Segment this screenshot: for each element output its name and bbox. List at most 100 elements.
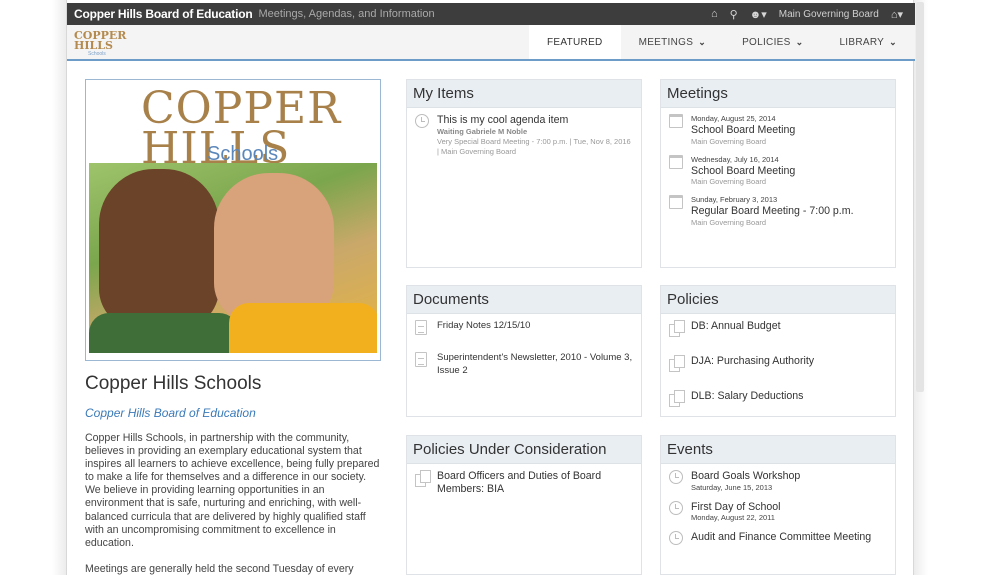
documents-panel: Documents Friday Notes 12/15/10 Superint… [406, 285, 642, 417]
policy-icon [415, 470, 437, 495]
calendar-icon [669, 114, 691, 147]
meetings-list: Monday, August 25, 2014 School Board Mee… [661, 108, 895, 242]
event-title[interactable]: First Day of School [691, 501, 781, 514]
chevron-down-icon: ⌄ [889, 36, 897, 47]
document-icon [415, 320, 437, 338]
my-items-panel: My Items This is my cool agenda item Wai… [406, 79, 642, 268]
event-date: Saturday, June 15, 2013 [691, 482, 773, 492]
my-item-meta: Very Special Board Meeting - 7:00 p.m. |… [437, 136, 631, 156]
list-item[interactable]: DLB: Salary Deductions [669, 390, 887, 409]
policy-consideration-title[interactable]: Board Officers and Duties of Board Membe… [437, 470, 633, 495]
list-item[interactable]: Board Officers and Duties of Board Membe… [415, 470, 633, 495]
tab-library[interactable]: LIBRARY ⌄ [821, 25, 915, 59]
policies-consideration-title: Policies Under Consideration [407, 436, 641, 464]
chevron-down-icon: ⌄ [795, 36, 804, 47]
policy-icon [669, 320, 691, 339]
hero-photo [89, 163, 377, 353]
photo-shirt-green [89, 313, 239, 353]
list-item[interactable]: First Day of School Monday, August 22, 2… [669, 500, 887, 524]
scrollbar[interactable] [916, 2, 924, 392]
logo-hills: HILLS [74, 39, 113, 52]
my-item-title[interactable]: This is my cool agenda item [437, 114, 633, 127]
documents-title: Documents [407, 286, 641, 314]
policy-title[interactable]: DB: Annual Budget [691, 320, 781, 339]
meeting-date: Wednesday, July 16, 2014 [691, 154, 779, 164]
hero-image: COPPER HILLS Schools [85, 79, 381, 361]
policy-icon [669, 355, 691, 374]
meeting-board: Main Governing Board [691, 136, 767, 146]
home-icon[interactable]: ⌂ [711, 8, 718, 20]
tab-meetings[interactable]: MEETINGS ⌄ [621, 25, 724, 59]
document-icon [415, 352, 437, 377]
list-item[interactable]: This is my cool agenda item Waiting Gabr… [415, 114, 633, 157]
event-body: First Day of School Monday, August 22, 2… [691, 501, 781, 524]
event-title[interactable]: Board Goals Workshop [691, 470, 800, 483]
meetings-title: Meetings [661, 80, 895, 108]
site-logo[interactable]: COPPER HILLS Schools [74, 30, 126, 57]
main-nav: COPPER HILLS Schools FEATURED MEETINGS ⌄ … [67, 25, 915, 61]
clock-icon [669, 500, 691, 524]
policies-list: DB: Annual Budget DJA: Purchasing Author… [661, 314, 895, 423]
meeting-board: Main Governing Board [691, 177, 767, 186]
events-title: Events [661, 436, 895, 464]
board-link[interactable]: Copper Hills Board of Education [85, 406, 256, 420]
meeting-title[interactable]: School Board Meeting [691, 124, 795, 137]
hero-logo: COPPER HILLS Schools [141, 87, 341, 171]
document-title[interactable]: Superintendent's Newsletter, 2010 - Volu… [437, 352, 633, 377]
tab-featured-label: FEATURED [547, 36, 603, 48]
documents-list: Friday Notes 12/15/10 Superintendent's N… [407, 314, 641, 391]
site-name[interactable]: Copper Hills Board of Education [67, 7, 253, 21]
my-item-status: Waiting Gabriele M Noble [437, 126, 528, 136]
governing-board-selector[interactable]: Main Governing Board [779, 9, 879, 20]
list-item[interactable]: Wednesday, July 16, 2014 School Board Me… [669, 154, 887, 188]
top-bar: Copper Hills Board of Education Meetings… [67, 3, 915, 25]
photo-child-right [214, 173, 334, 323]
clock-icon [669, 531, 691, 548]
search-icon[interactable]: ⚲ [730, 8, 738, 21]
policies-title: Policies [661, 286, 895, 314]
list-item[interactable]: Board Goals Workshop Saturday, June 15, … [669, 470, 887, 493]
photo-shirt-yellow [229, 303, 377, 353]
meeting-body: Wednesday, July 16, 2014 School Board Me… [691, 155, 795, 188]
site-tagline: Meetings, Agendas, and Information [258, 8, 435, 20]
meeting-title[interactable]: Regular Board Meeting - 7:00 p.m. [691, 205, 854, 218]
meeting-body: Monday, August 25, 2014 School Board Mee… [691, 114, 795, 147]
school-title: Copper Hills Schools [85, 373, 262, 394]
policy-icon [669, 390, 691, 409]
tab-featured[interactable]: FEATURED [529, 25, 621, 59]
clock-icon [415, 114, 437, 157]
my-items-title: My Items [407, 80, 641, 108]
page-frame: Copper Hills Board of Education Meetings… [66, 0, 915, 575]
chevron-down-icon: ⌄ [698, 36, 707, 47]
list-item[interactable]: DJA: Purchasing Authority [669, 355, 887, 374]
list-item[interactable]: Monday, August 25, 2014 School Board Mee… [669, 114, 887, 147]
policy-title[interactable]: DLB: Salary Deductions [691, 390, 803, 409]
policies-consideration-panel: Policies Under Consideration Board Offic… [406, 435, 642, 575]
meeting-date: Sunday, February 3, 2013 [691, 195, 778, 204]
meeting-board: Main Governing Board [691, 217, 767, 227]
document-title[interactable]: Friday Notes 12/15/10 [437, 320, 530, 338]
building-icon[interactable]: ⌂▾ [891, 8, 903, 21]
event-body: Board Goals Workshop Saturday, June 15, … [691, 470, 800, 493]
tab-policies[interactable]: POLICIES ⌄ [724, 25, 821, 59]
clock-icon [669, 470, 691, 493]
meeting-title[interactable]: School Board Meeting [691, 165, 795, 178]
events-list: Board Goals Workshop Saturday, June 15, … [661, 464, 895, 562]
policies-panel: Policies DB: Annual Budget DJA: Purchasi… [660, 285, 896, 417]
list-item[interactable]: Sunday, February 3, 2013 Regular Board M… [669, 195, 887, 228]
list-item[interactable]: DB: Annual Budget [669, 320, 887, 339]
top-bar-actions: ⌂ ⚲ ☻▾ Main Governing Board ⌂▾ [711, 8, 915, 21]
list-item[interactable]: Superintendent's Newsletter, 2010 - Volu… [415, 352, 633, 377]
event-body: Audit and Finance Committee Meeting [691, 531, 871, 548]
user-icon[interactable]: ☻▾ [750, 8, 767, 21]
my-items-list: This is my cool agenda item Waiting Gabr… [407, 108, 641, 171]
hero-image-inner: COPPER HILLS Schools [89, 83, 377, 357]
photo-child-left [99, 169, 219, 329]
my-item-body: This is my cool agenda item Waiting Gabr… [437, 114, 633, 157]
policy-title[interactable]: DJA: Purchasing Authority [691, 355, 814, 374]
list-item[interactable]: Audit and Finance Committee Meeting [669, 531, 887, 548]
event-date: Monday, August 22, 2011 [691, 513, 775, 522]
list-item[interactable]: Friday Notes 12/15/10 [415, 320, 633, 338]
nav-tabs: FEATURED MEETINGS ⌄ POLICIES ⌄ LIBRARY ⌄ [529, 25, 915, 59]
event-title[interactable]: Audit and Finance Committee Meeting [691, 531, 871, 544]
